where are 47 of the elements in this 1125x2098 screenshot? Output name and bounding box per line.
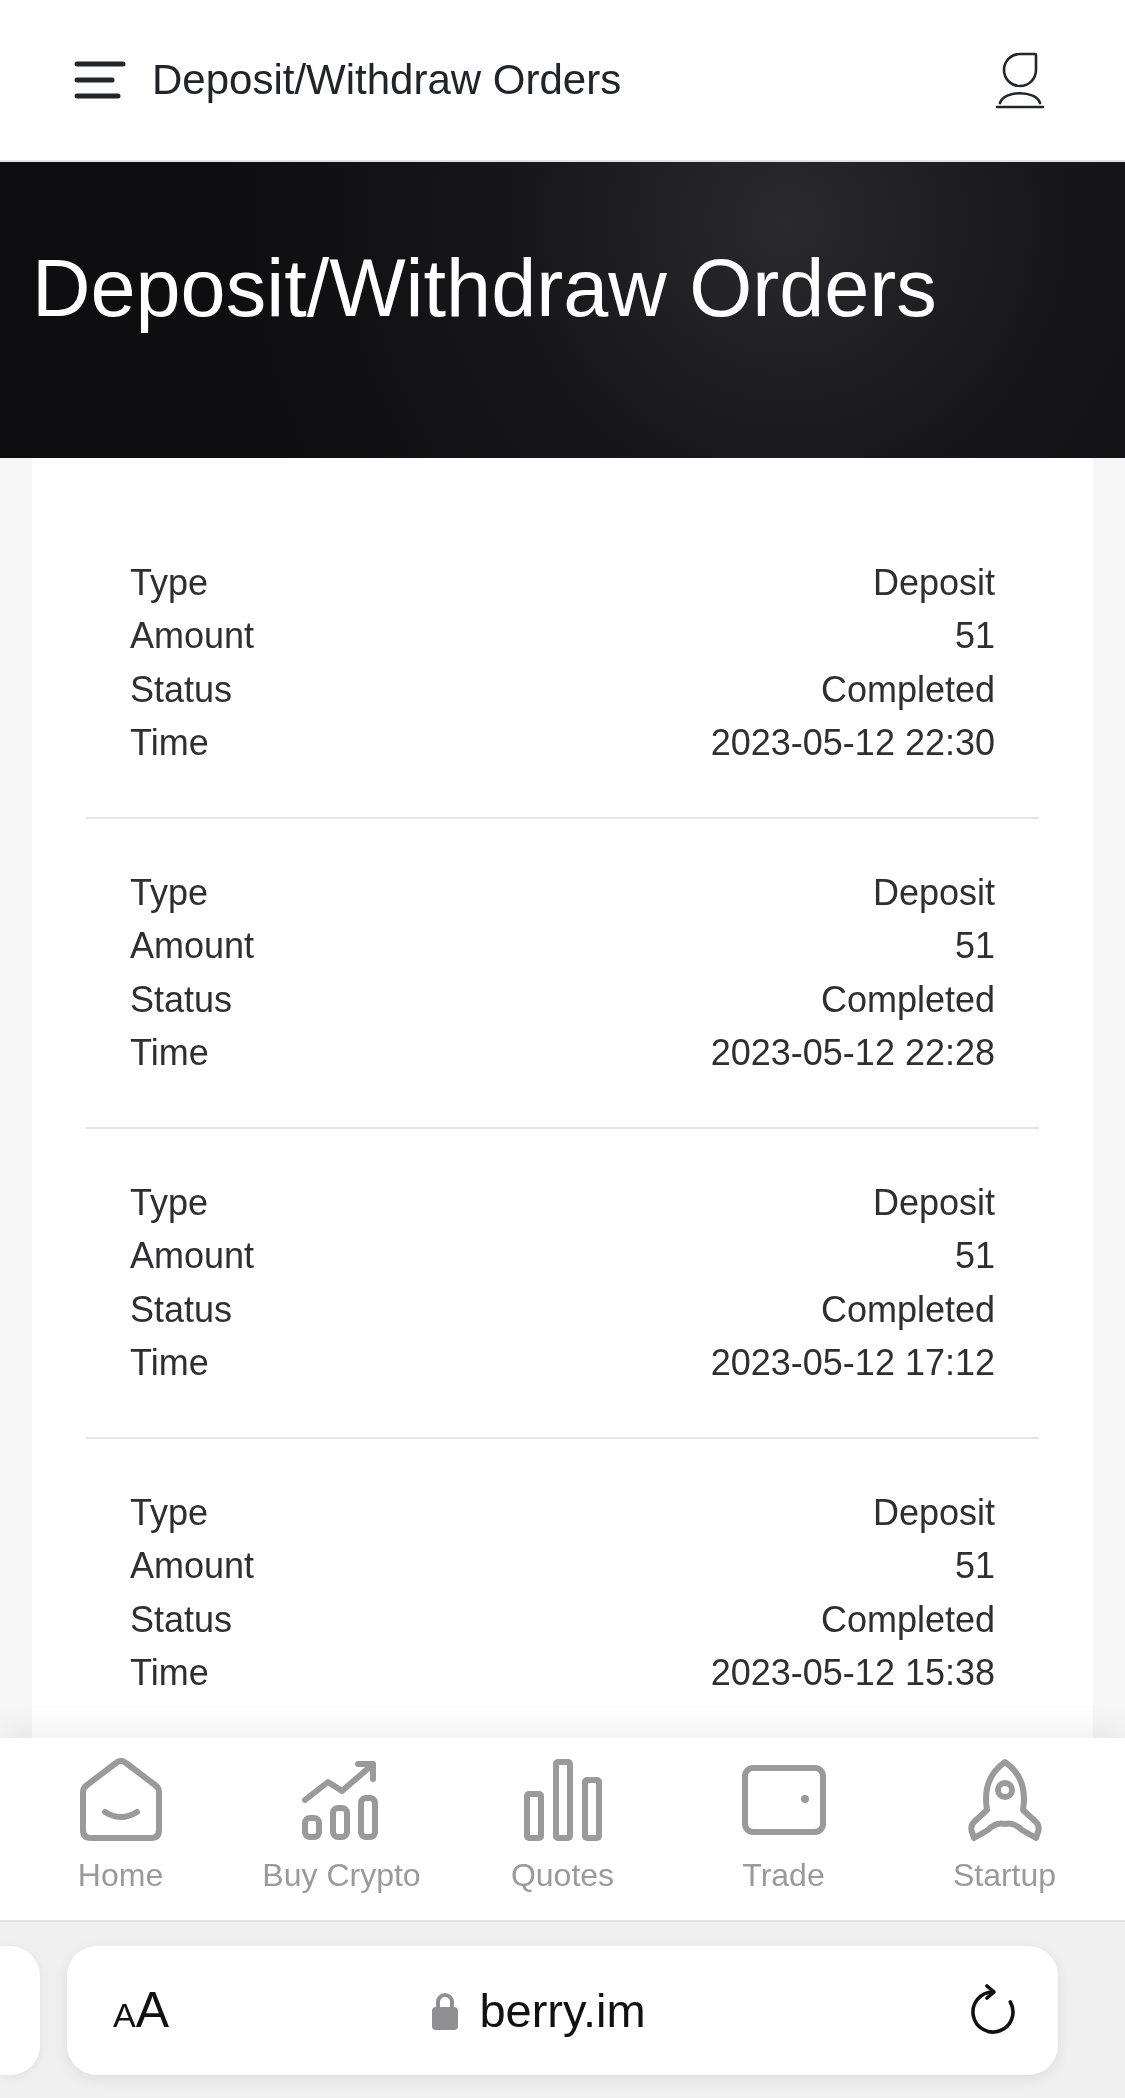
field-label: Time (130, 1655, 209, 1692)
nav-tab[interactable]: Buy Crypto (231, 1738, 452, 1920)
menu-icon[interactable] (74, 61, 126, 99)
page-title: Deposit/Withdraw Orders (152, 59, 622, 101)
field-label: Status (130, 1601, 233, 1638)
field-value: 2023-05-12 17:12 (710, 1345, 995, 1382)
address-bar[interactable]: AA berry.im (67, 1945, 1058, 2075)
field-value: Completed (820, 671, 995, 708)
field-label: Status (130, 981, 233, 1018)
person-icon[interactable] (995, 51, 1045, 109)
field-label: Time (130, 1345, 209, 1382)
field-label: Type (130, 564, 209, 601)
reload-icon[interactable] (968, 1984, 1018, 2036)
field-label: Status (130, 1291, 233, 1328)
field-value: 51 (954, 1548, 995, 1585)
wallet-icon (741, 1765, 826, 1835)
field-value: 51 (954, 618, 995, 655)
field-label: Status (130, 671, 233, 708)
field-value: Completed (820, 1291, 995, 1328)
field-label: Type (130, 874, 209, 911)
text-size-button[interactable]: AA (113, 1985, 170, 2035)
field-label: Amount (130, 1548, 255, 1585)
field-value: 51 (954, 928, 995, 965)
field-value: 2023-05-12 22:28 (710, 1035, 995, 1072)
field-value: Completed (820, 981, 995, 1018)
field-label: Amount (130, 618, 255, 655)
field-label: Amount (130, 1238, 255, 1275)
nav-tab[interactable]: Trade (673, 1738, 894, 1920)
nav-tab[interactable]: Quotes (452, 1738, 673, 1920)
nav-tab[interactable]: Home (10, 1738, 231, 1920)
field-value: Deposit (872, 1494, 995, 1531)
house-icon (78, 1758, 163, 1842)
field-value: Deposit (872, 564, 995, 601)
field-value: Deposit (872, 874, 995, 911)
field-label: Time (130, 1035, 209, 1072)
lock-icon (431, 1990, 460, 2030)
field-label: Type (130, 1494, 209, 1531)
field-value: Deposit (872, 1184, 995, 1221)
nav-tab[interactable]: Startup (894, 1738, 1115, 1920)
field-label: Amount (130, 928, 255, 965)
field-label: Time (130, 725, 209, 762)
rocket-icon (965, 1758, 1044, 1842)
field-value: 51 (954, 1238, 995, 1275)
field-value: Completed (820, 1601, 995, 1638)
field-label: Type (130, 1184, 209, 1221)
field-value: 2023-05-12 15:38 (710, 1655, 995, 1692)
field-value: 2023-05-12 22:30 (710, 725, 995, 762)
